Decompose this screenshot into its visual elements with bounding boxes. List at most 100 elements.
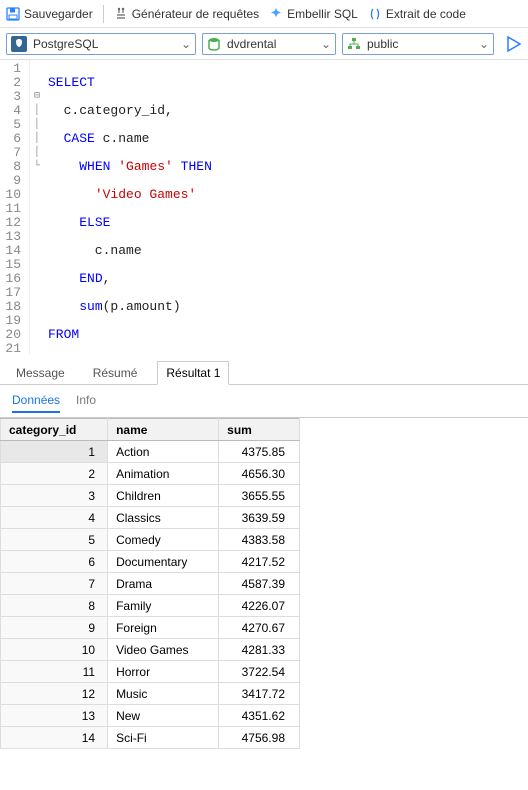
tab-result-1[interactable]: Résultat 1: [157, 361, 229, 385]
table-row[interactable]: 1Action4375.85: [1, 441, 300, 463]
fold-toggle[interactable]: ⊟: [30, 90, 44, 104]
subtab-info[interactable]: Info: [76, 393, 96, 413]
chevron-down-icon: ⌄: [321, 37, 331, 51]
table-row[interactable]: 10Video Games4281.33: [1, 639, 300, 661]
table-row[interactable]: 8Family4226.07: [1, 595, 300, 617]
cell-sum[interactable]: 3417.72: [219, 683, 300, 705]
postgres-icon: [11, 36, 27, 52]
cell-name[interactable]: Classics: [108, 507, 219, 529]
cell-name[interactable]: Animation: [108, 463, 219, 485]
tab-resume[interactable]: Résumé: [85, 362, 146, 384]
cell-category-id[interactable]: 9: [1, 617, 108, 639]
connection-bar: PostgreSQL ⌄ dvdrental ⌄ public ⌄: [0, 28, 528, 60]
tab-message[interactable]: Message: [8, 362, 73, 384]
cell-category-id[interactable]: 12: [1, 683, 108, 705]
col-category-id[interactable]: category_id: [1, 419, 108, 441]
save-label: Sauvegarder: [24, 7, 93, 21]
cell-name[interactable]: New: [108, 705, 219, 727]
driver-text: PostgreSQL: [31, 37, 177, 51]
table-row[interactable]: 4Classics3639.59: [1, 507, 300, 529]
table-row[interactable]: 9Foreign4270.67: [1, 617, 300, 639]
save-icon: [6, 7, 20, 21]
cell-name[interactable]: Family: [108, 595, 219, 617]
cell-category-id[interactable]: 8: [1, 595, 108, 617]
cell-name[interactable]: Comedy: [108, 529, 219, 551]
fold-gutter: ⊟││││└: [30, 60, 44, 354]
table-row[interactable]: 2Animation4656.30: [1, 463, 300, 485]
snippet-button[interactable]: Extrait de code: [368, 7, 466, 21]
beautify-label: Embellir SQL: [287, 7, 358, 21]
result-tabs: Message Résumé Résultat 1: [0, 354, 528, 385]
parentheses-icon: [368, 7, 382, 21]
cell-sum[interactable]: 4375.85: [219, 441, 300, 463]
code-area[interactable]: SELECT c.category_id, CASE c.name WHEN '…: [44, 60, 481, 354]
cell-category-id[interactable]: 14: [1, 727, 108, 749]
cell-sum[interactable]: 4656.30: [219, 463, 300, 485]
cell-sum[interactable]: 3655.55: [219, 485, 300, 507]
cell-category-id[interactable]: 2: [1, 463, 108, 485]
cell-category-id[interactable]: 6: [1, 551, 108, 573]
snippet-label: Extrait de code: [386, 7, 466, 21]
table-row[interactable]: 13New4351.62: [1, 705, 300, 727]
cell-name[interactable]: Music: [108, 683, 219, 705]
chevron-down-icon: ⌄: [181, 37, 191, 51]
cell-category-id[interactable]: 5: [1, 529, 108, 551]
cell-name[interactable]: Horror: [108, 661, 219, 683]
line-gutter: 123456789101112131415161718192021: [0, 60, 30, 354]
chevron-down-icon: ⌄: [479, 37, 489, 51]
cell-sum[interactable]: 4226.07: [219, 595, 300, 617]
grid-header-row: category_id name sum: [1, 419, 300, 441]
cell-name[interactable]: Video Games: [108, 639, 219, 661]
save-button[interactable]: Sauvegarder: [6, 7, 93, 21]
cell-sum[interactable]: 4351.62: [219, 705, 300, 727]
cell-sum[interactable]: 4383.58: [219, 529, 300, 551]
cell-sum[interactable]: 3722.54: [219, 661, 300, 683]
database-icon: [207, 37, 221, 51]
query-builder-label: Générateur de requêtes: [132, 7, 259, 21]
database-selector[interactable]: dvdrental ⌄: [202, 33, 336, 55]
cell-sum[interactable]: 3639.59: [219, 507, 300, 529]
cell-sum[interactable]: 4587.39: [219, 573, 300, 595]
cell-sum[interactable]: 4281.33: [219, 639, 300, 661]
schema-selector[interactable]: public ⌄: [342, 33, 494, 55]
table-row[interactable]: 14Sci-Fi4756.98: [1, 727, 300, 749]
cell-name[interactable]: Action: [108, 441, 219, 463]
cell-category-id[interactable]: 13: [1, 705, 108, 727]
table-row[interactable]: 11Horror3722.54: [1, 661, 300, 683]
cell-name[interactable]: Sci-Fi: [108, 727, 219, 749]
table-row[interactable]: 7Drama4587.39: [1, 573, 300, 595]
driver-selector[interactable]: PostgreSQL ⌄: [6, 33, 196, 55]
table-row[interactable]: 5Comedy4383.58: [1, 529, 300, 551]
cell-name[interactable]: Children: [108, 485, 219, 507]
toolbar-separator: [103, 5, 104, 23]
cell-category-id[interactable]: 7: [1, 573, 108, 595]
sparkle-icon: [269, 7, 283, 21]
subtab-data[interactable]: Données: [12, 393, 60, 413]
database-text: dvdrental: [225, 37, 317, 51]
beautify-button[interactable]: Embellir SQL: [269, 7, 358, 21]
result-grid: category_id name sum 1Action4375.852Anim…: [0, 417, 528, 749]
schema-icon: [347, 37, 361, 51]
cell-sum[interactable]: 4270.67: [219, 617, 300, 639]
cell-name[interactable]: Foreign: [108, 617, 219, 639]
sql-editor[interactable]: 123456789101112131415161718192021 ⊟││││└…: [0, 60, 528, 354]
cell-name[interactable]: Drama: [108, 573, 219, 595]
cell-sum[interactable]: 4217.52: [219, 551, 300, 573]
cell-name[interactable]: Documentary: [108, 551, 219, 573]
cell-category-id[interactable]: 1: [1, 441, 108, 463]
cell-sum[interactable]: 4756.98: [219, 727, 300, 749]
run-button[interactable]: [504, 35, 522, 53]
cell-category-id[interactable]: 11: [1, 661, 108, 683]
col-name[interactable]: name: [108, 419, 219, 441]
schema-text: public: [365, 37, 475, 51]
cell-category-id[interactable]: 3: [1, 485, 108, 507]
table-row[interactable]: 12Music3417.72: [1, 683, 300, 705]
table-row[interactable]: 3Children3655.55: [1, 485, 300, 507]
result-subtabs: Données Info: [0, 385, 528, 417]
cell-category-id[interactable]: 10: [1, 639, 108, 661]
query-builder-icon: [114, 7, 128, 21]
table-row[interactable]: 6Documentary4217.52: [1, 551, 300, 573]
cell-category-id[interactable]: 4: [1, 507, 108, 529]
col-sum[interactable]: sum: [219, 419, 300, 441]
query-builder-button[interactable]: Générateur de requêtes: [114, 7, 259, 21]
